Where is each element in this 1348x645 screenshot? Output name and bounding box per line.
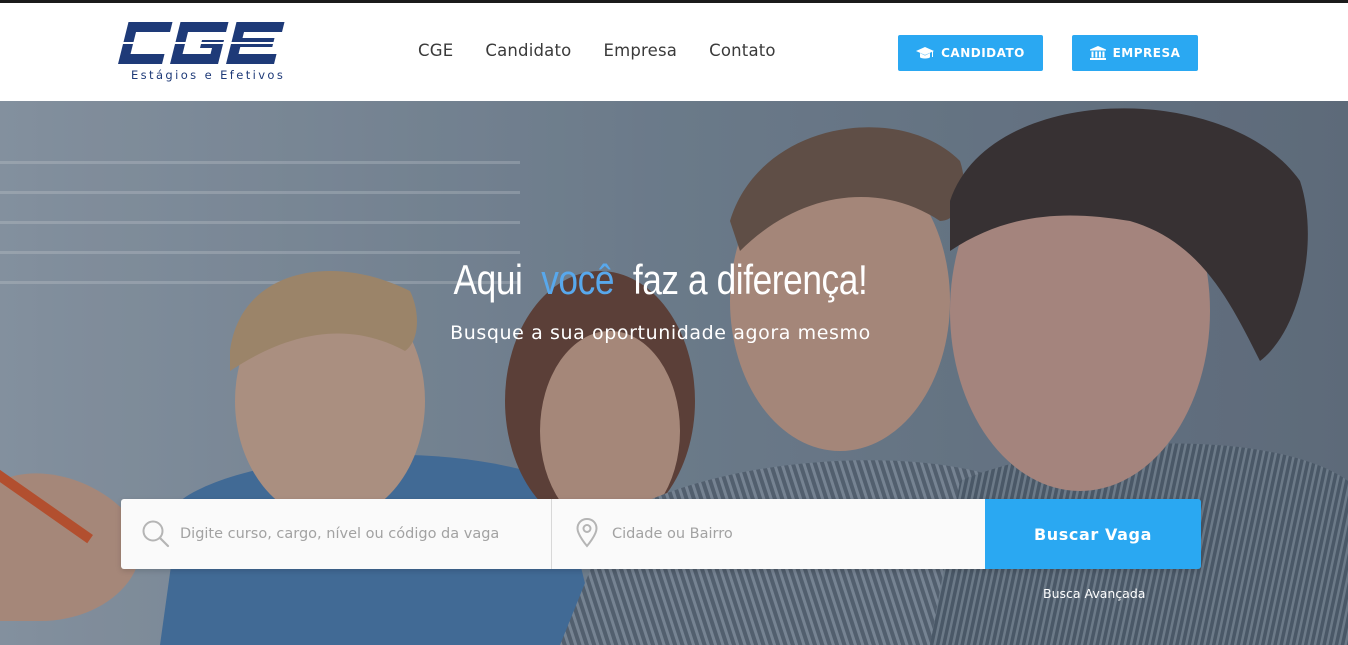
logo-tagline: Estágios e Efetivos bbox=[131, 68, 286, 82]
headline-highlight: você bbox=[541, 256, 615, 303]
bank-building-icon bbox=[1089, 46, 1106, 60]
cge-logo[interactable]: Estágios e Efetivos bbox=[111, 20, 291, 86]
candidato-button-label: CANDIDATO bbox=[941, 46, 1025, 60]
hero-section: Aqui você faz a diferença! Busque a sua … bbox=[0, 101, 1348, 645]
empresa-button[interactable]: EMPRESA bbox=[1072, 35, 1198, 71]
nav-link-contato[interactable]: Contato bbox=[709, 41, 776, 60]
buscar-vaga-button[interactable]: Buscar Vaga bbox=[985, 499, 1201, 569]
headline-pre: Aqui bbox=[453, 256, 523, 303]
empresa-button-label: EMPRESA bbox=[1112, 46, 1181, 60]
candidato-button[interactable]: CANDIDATO bbox=[898, 35, 1043, 71]
job-search-bar: Buscar Vaga bbox=[121, 499, 1201, 569]
search-input[interactable] bbox=[121, 499, 551, 569]
main-nav: CGE Candidato Empresa Contato bbox=[418, 41, 808, 60]
city-field bbox=[552, 499, 985, 569]
nav-link-empresa[interactable]: Empresa bbox=[603, 41, 677, 60]
nav-link-cge[interactable]: CGE bbox=[418, 41, 453, 60]
graduation-cap-icon bbox=[916, 46, 935, 58]
map-pin-icon bbox=[576, 518, 598, 548]
advanced-search-link[interactable]: Busca Avançada bbox=[1043, 586, 1145, 601]
site-header: Estágios e Efetivos CGE Candidato Empres… bbox=[0, 3, 1348, 101]
city-input[interactable] bbox=[552, 499, 985, 569]
search-icon bbox=[142, 520, 170, 548]
headline-post: faz a diferença! bbox=[632, 256, 868, 303]
query-field bbox=[121, 499, 552, 569]
hero-headline: Aqui você faz a diferença! bbox=[106, 256, 1216, 304]
logo-mark bbox=[111, 22, 291, 64]
hero-subheadline: Busque a sua oportunidade agora mesmo bbox=[450, 322, 871, 344]
nav-link-candidato[interactable]: Candidato bbox=[485, 41, 571, 60]
